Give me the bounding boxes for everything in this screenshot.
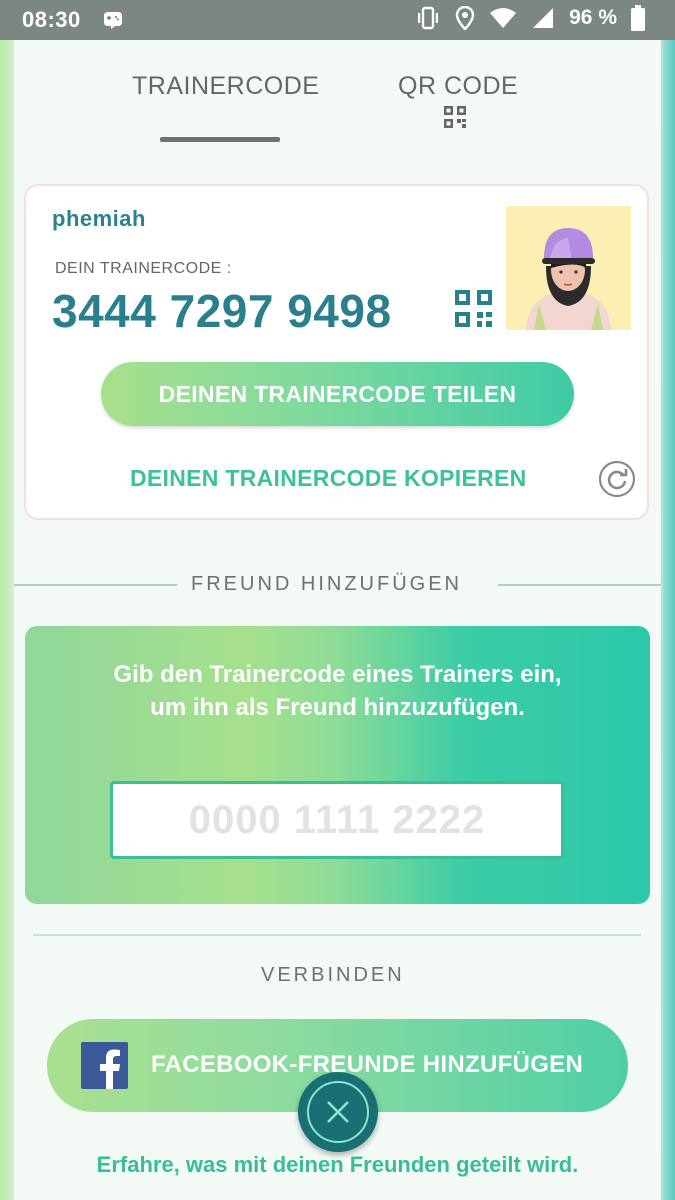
section-divider-left <box>14 584 177 586</box>
close-button[interactable] <box>298 1072 378 1152</box>
battery-percent: 96 % <box>569 6 617 29</box>
share-trainer-code-button[interactable]: DEINEN TRAINERCODE TEILEN <box>101 362 574 426</box>
avatar-image <box>526 228 611 330</box>
qr-code-icon[interactable] <box>444 106 466 128</box>
trainer-username: phemiah <box>52 206 146 231</box>
facebook-friends-label: FACEBOOK-FREUNDE HINZUFÜGEN <box>151 1051 584 1078</box>
refresh-icon[interactable] <box>598 460 636 498</box>
status-time: 08:30 <box>22 7 81 32</box>
battery-icon <box>631 5 645 31</box>
close-icon <box>327 1101 349 1123</box>
tab-qr-code[interactable]: QR CODE <box>398 72 518 101</box>
status-bar: 08:30 96 % <box>0 0 675 40</box>
add-friend-heading: FREUND HINZUFÜGEN <box>191 573 462 595</box>
section-divider <box>33 934 641 936</box>
shared-info-link[interactable]: Erfahre, was mit deinen Freunden geteilt… <box>0 1152 675 1178</box>
facebook-icon <box>81 1042 128 1089</box>
tab-trainercode[interactable]: TRAINERCODE <box>132 72 319 101</box>
signal-icon <box>533 8 554 28</box>
vibrate-icon <box>418 6 439 30</box>
copy-trainer-code-link[interactable]: DEINEN TRAINERCODE KOPIEREN <box>130 465 527 492</box>
connect-heading: VERBINDEN <box>261 964 405 986</box>
add-friend-instructions: Gib den Trainercode eines Trainers ein, … <box>113 661 562 721</box>
wifi-icon <box>490 8 517 28</box>
game-notification-icon <box>104 12 122 29</box>
location-icon <box>455 6 475 30</box>
trainer-code-label: DEIN TRAINERCODE : <box>55 260 232 277</box>
section-divider-right <box>498 584 661 586</box>
trainer-avatar <box>506 206 631 330</box>
active-tab-indicator <box>160 137 280 142</box>
trainer-code-input[interactable] <box>110 781 564 859</box>
qr-code-icon[interactable] <box>455 290 492 327</box>
trainer-code-value: 3444 7297 9498 <box>52 285 392 337</box>
